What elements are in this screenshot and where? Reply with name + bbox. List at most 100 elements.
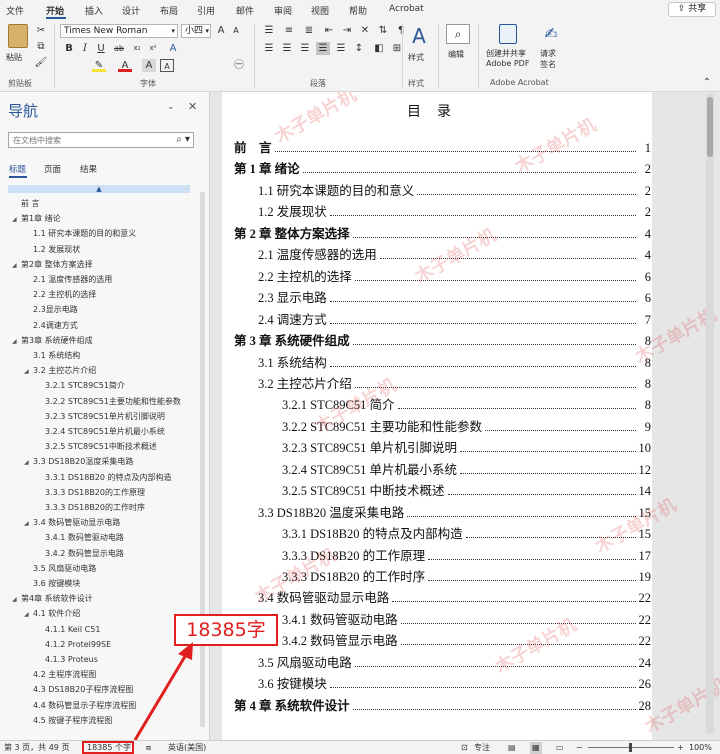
- cut-icon[interactable]: ✂: [34, 24, 48, 37]
- toc-entry[interactable]: 3.1 系统结构 8: [222, 351, 652, 371]
- multilevel-list-icon[interactable]: ≣: [302, 24, 316, 37]
- nav-heading-item[interactable]: 3.3.1 DS18B20 的特点及内部构造: [36, 470, 172, 485]
- nav-heading-item[interactable]: 2.4调速方式: [24, 318, 78, 333]
- proofing-icon[interactable]: ⧈: [146, 742, 151, 754]
- document-scrollbar[interactable]: [706, 94, 714, 734]
- expand-arrow-icon[interactable]: ◢: [12, 334, 21, 349]
- toc-entry[interactable]: 3.6 按键模块 26: [222, 672, 652, 692]
- toc-entry[interactable]: 3.5 风扇驱动电路 24: [222, 651, 652, 671]
- nav-heading-item[interactable]: ◢ 3.2 主控芯片介绍: [24, 363, 96, 378]
- nav-heading-item[interactable]: 4.5 按键子程序流程图: [24, 713, 112, 728]
- pane-options-icon[interactable]: ⌄: [167, 102, 175, 112]
- chinese-layout-icon[interactable]: ✕: [358, 24, 372, 37]
- toc-entry[interactable]: 3.3 DS18B20 温度采集电路 15: [222, 501, 652, 521]
- zoom-out-icon[interactable]: −: [576, 742, 583, 754]
- web-layout-icon[interactable]: ▭: [556, 742, 564, 754]
- toc-entry[interactable]: 2.4 调速方式 7: [222, 308, 652, 328]
- align-center-icon[interactable]: ☰: [280, 42, 294, 55]
- word-count-status[interactable]: 18385 个字: [87, 742, 131, 754]
- underline-icon[interactable]: U: [94, 42, 108, 55]
- decrease-indent-icon[interactable]: ⇤: [322, 24, 336, 37]
- grow-font-icon[interactable]: A: [214, 24, 228, 37]
- toc-entry[interactable]: 第 2 章 整体方案选择 4: [222, 222, 652, 242]
- increase-indent-icon[interactable]: ⇥: [340, 24, 354, 37]
- bold-icon[interactable]: B: [62, 42, 76, 55]
- share-button[interactable]: ⇪ 共享: [668, 2, 716, 17]
- tab-acrobat[interactable]: Acrobat: [389, 4, 424, 14]
- font-color-icon[interactable]: A: [118, 59, 132, 72]
- collapse-all-bar[interactable]: ▲: [8, 185, 190, 193]
- copy-icon[interactable]: ⧉: [34, 40, 48, 53]
- bullets-icon[interactable]: ☰: [262, 24, 276, 37]
- collapse-ribbon-icon[interactable]: ⌃: [700, 76, 714, 89]
- zoom-in-icon[interactable]: +: [677, 742, 684, 754]
- char-border-icon[interactable]: A: [160, 59, 174, 72]
- expand-arrow-icon[interactable]: ◢: [24, 455, 33, 470]
- highlight-icon[interactable]: ✎: [92, 59, 106, 72]
- nav-heading-item[interactable]: ◢ 第2章 整体方案选择: [12, 257, 93, 272]
- zoom-level[interactable]: 100%: [689, 742, 712, 754]
- nav-heading-item[interactable]: 4.1.3 Proteus: [36, 652, 98, 667]
- superscript-icon[interactable]: x²: [146, 42, 160, 55]
- nav-heading-item[interactable]: 3.4.2 数码管显示电路: [36, 546, 124, 561]
- toc-entry[interactable]: 3.4.2 数码管显示电路 22: [222, 629, 652, 649]
- print-layout-icon[interactable]: ▦: [530, 742, 542, 754]
- nav-heading-item[interactable]: 1.1 研究本课题的目的和意义: [24, 226, 136, 241]
- distributed-icon[interactable]: ☰: [334, 42, 348, 55]
- nav-tab-pages[interactable]: 页面: [44, 163, 61, 175]
- zoom-slider-thumb[interactable]: [629, 743, 632, 752]
- page-count-status[interactable]: 第 3 页，共 49 页: [4, 742, 69, 754]
- toc-entry[interactable]: 3.2.1 STC89C51 简介 8: [222, 393, 652, 413]
- toc-entry[interactable]: 3.2 主控芯片介绍 8: [222, 372, 652, 392]
- nav-heading-item[interactable]: 2.3显示电路: [24, 302, 78, 317]
- toc-entry[interactable]: 第 1 章 绪论 2: [222, 157, 652, 177]
- nav-heading-item[interactable]: ◢ 4.1 软件介绍: [24, 606, 80, 621]
- font-size-select[interactable]: 小四 ▾: [181, 24, 211, 38]
- shading-icon[interactable]: ◧: [372, 42, 386, 55]
- nav-heading-item[interactable]: 1.2 发展现状: [24, 242, 80, 257]
- toc-entry[interactable]: 1.2 发展现状 2: [222, 200, 652, 220]
- toc-entry[interactable]: 3.3.1 DS18B20 的特点及内部构造 15: [222, 522, 652, 542]
- close-icon[interactable]: ✕: [188, 100, 197, 113]
- justify-icon[interactable]: ☰: [316, 42, 330, 55]
- enclose-char-icon[interactable]: ㊀: [232, 59, 246, 72]
- nav-heading-item[interactable]: 2.2 主控机的选择: [24, 287, 96, 302]
- nav-heading-item[interactable]: 4.3 DS18B20子程序流程图: [24, 682, 133, 697]
- nav-heading-item[interactable]: ◢ 第4章 系统软件设计: [12, 591, 93, 606]
- tab-file[interactable]: 文件: [6, 4, 24, 17]
- read-mode-icon[interactable]: ▤: [508, 742, 516, 754]
- nav-heading-item[interactable]: ◢ 3.4 数码管驱动显示电路: [24, 515, 120, 530]
- italic-icon[interactable]: I: [78, 42, 92, 55]
- expand-arrow-icon[interactable]: ◢: [12, 592, 21, 607]
- nav-heading-item[interactable]: 3.5 风扇驱动电路: [24, 561, 96, 576]
- expand-arrow-icon[interactable]: ◢: [12, 258, 21, 273]
- expand-arrow-icon[interactable]: ◢: [24, 607, 33, 622]
- nav-heading-item[interactable]: 3.2.2 STC89C51主要功能和性能参数: [36, 394, 181, 409]
- toc-entry[interactable]: 第 3 章 系统硬件组成 8: [222, 329, 652, 349]
- nav-heading-item[interactable]: 2.1 温度传感器的选用: [24, 272, 112, 287]
- nav-heading-item[interactable]: 3.3.3 DS18B20的工作原理: [36, 485, 145, 500]
- character-shading-icon[interactable]: A: [142, 59, 156, 72]
- toc-entry[interactable]: 2.3 显示电路 6: [222, 286, 652, 306]
- request-sign-button[interactable]: 请求: [540, 48, 556, 59]
- nav-heading-item[interactable]: 3.2.5 STC89C51中断技术概述: [36, 439, 157, 454]
- nav-heading-item[interactable]: 3.2.4 STC89C51单片机最小系统: [36, 424, 165, 439]
- shrink-font-icon[interactable]: A: [229, 24, 243, 37]
- focus-mode-button[interactable]: 专注: [474, 742, 490, 754]
- nav-tab-results[interactable]: 结果: [80, 163, 97, 175]
- nav-heading-item[interactable]: 3.2.3 STC89C51单片机引脚说明: [36, 409, 165, 424]
- tab-home[interactable]: 开始: [46, 4, 64, 17]
- toc-entry[interactable]: 3.2.4 STC89C51 单片机最小系统 12: [222, 458, 652, 478]
- nav-search-input[interactable]: 在文档中搜索 ⌕ ▾: [8, 132, 194, 148]
- toc-entry[interactable]: 第 4 章 系统软件设计 28: [222, 694, 652, 714]
- nav-heading-item[interactable]: 前 言: [12, 196, 40, 211]
- toc-entry[interactable]: 3.2.5 STC89C51 中断技术概述 14: [222, 479, 652, 499]
- expand-arrow-icon[interactable]: ◢: [12, 212, 21, 227]
- toc-entry[interactable]: 3.4.1 数码管驱动电路 22: [222, 608, 652, 628]
- nav-tab-headings[interactable]: 标题: [9, 163, 26, 175]
- expand-arrow-icon[interactable]: ◢: [24, 516, 33, 531]
- tab-design[interactable]: 设计: [122, 4, 140, 17]
- tab-help[interactable]: 帮助: [349, 4, 367, 17]
- nav-heading-item[interactable]: ◢ 第1章 绪论: [12, 211, 61, 226]
- scrollbar-thumb[interactable]: [707, 97, 713, 157]
